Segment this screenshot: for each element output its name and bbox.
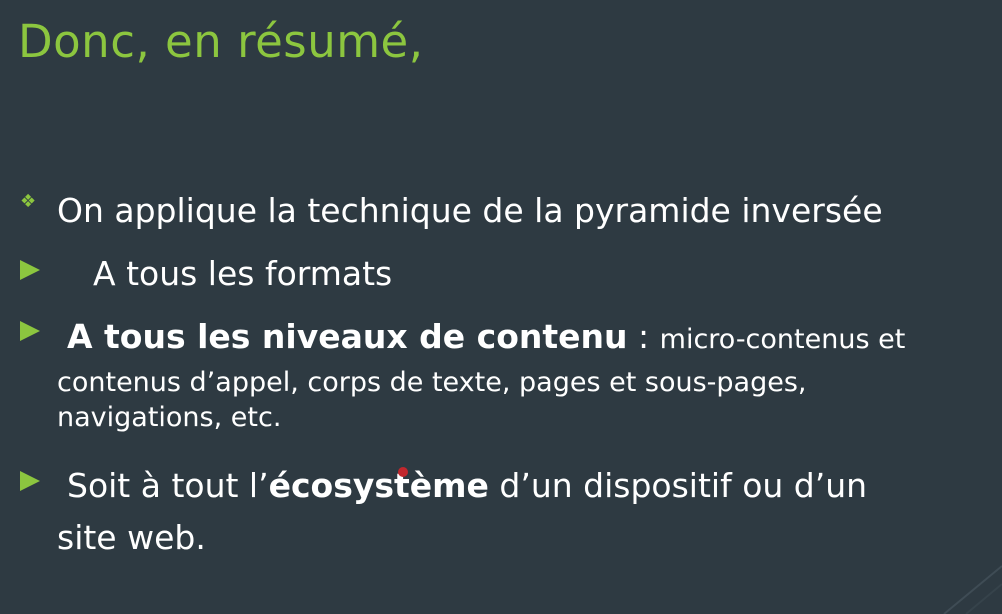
bullet-post-text: d’un dispositif ou d’un <box>488 466 868 505</box>
laser-pointer-dot <box>398 467 408 477</box>
bullet-small-text: micro-contenus et <box>659 324 906 355</box>
bullet-text: A tous les niveaux de contenu : micro-co… <box>57 312 987 435</box>
bullet-bold-text: écosystème <box>268 466 489 505</box>
slide: Donc, en résumé, ❖ On applique la techni… <box>0 0 1002 614</box>
triangle-bullet-icon <box>20 471 40 491</box>
bullet-text: On applique la technique de la pyramide … <box>57 191 883 230</box>
triangle-bullet-icon <box>20 321 40 341</box>
bullet-line: A tous les niveaux de contenu : micro-co… <box>57 312 987 365</box>
bullet-separator: : <box>627 317 660 356</box>
slide-title: Donc, en résumé, <box>18 15 424 68</box>
diamond-bullet-icon: ❖ <box>20 191 37 212</box>
bullet-text: A tous les formats <box>93 254 393 293</box>
bullet-line: Soit à tout l’écosystème d’un dispositif… <box>57 460 977 512</box>
bullet-bold-text: A tous les niveaux de contenu <box>67 317 628 356</box>
bullet-text: Soit à tout l’écosystème d’un dispositif… <box>57 460 977 564</box>
bullet-line: navigations, etc. <box>57 402 282 433</box>
triangle-bullet-icon <box>20 260 40 280</box>
bullet-line: contenus d’appel, corps de texte, pages … <box>57 367 807 398</box>
bullet-line: site web. <box>57 518 206 557</box>
bullet-pre-text: Soit à tout l’ <box>67 466 269 505</box>
